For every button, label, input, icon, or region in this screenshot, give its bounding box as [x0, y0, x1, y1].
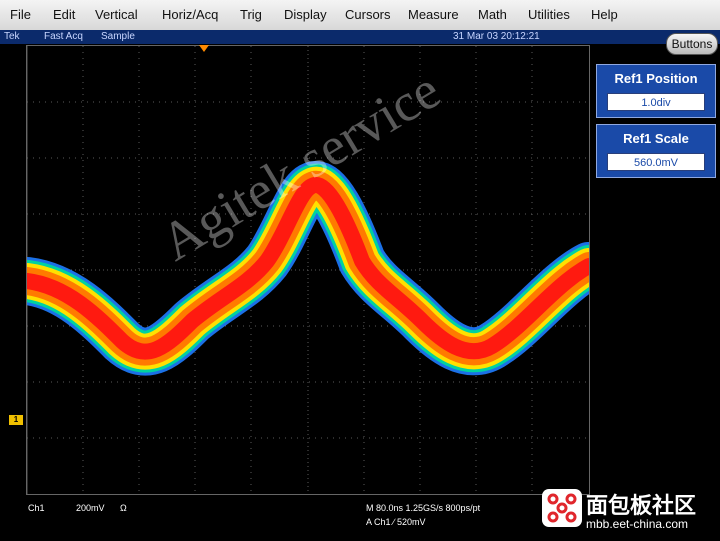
ref1-position-value[interactable]: 1.0div [607, 93, 705, 111]
graticule [26, 46, 589, 494]
side-panel: Ref1 Position 1.0div Ref1 Scale 560.0mV [596, 64, 716, 184]
menu-file[interactable]: File [10, 7, 31, 22]
menu-math[interactable]: Math [478, 7, 507, 22]
menu-horiz-acq[interactable]: Horiz/Acq [162, 7, 218, 22]
brand-url: mbb.eet-china.com [586, 517, 689, 531]
ref1-scale-value[interactable]: 560.0mV [607, 153, 705, 171]
menu-utilities[interactable]: Utilities [528, 7, 570, 22]
menu-trig[interactable]: Trig [240, 7, 262, 22]
buttons-button[interactable]: Buttons [666, 33, 718, 55]
menu-help[interactable]: Help [591, 7, 618, 22]
waveform-display[interactable] [3, 45, 613, 495]
brand-name: 面包板社区 [586, 494, 697, 519]
menu-edit[interactable]: Edit [53, 7, 75, 22]
trigger-position-marker [199, 45, 209, 52]
status-acq-mode: Fast Acq [44, 31, 83, 42]
waveform-svg [3, 46, 613, 494]
status-bar: Tek Fast Acq Sample 31 Mar 03 20:12:21 [0, 30, 720, 44]
mbb-logo-icon [542, 489, 582, 527]
status-tab: Tek [4, 31, 20, 42]
timebase-readout[interactable]: M 80.0ns 1.25GS/s 800ps/pt [366, 503, 480, 513]
menu-measure[interactable]: Measure [408, 7, 459, 22]
menu-display[interactable]: Display [284, 7, 327, 22]
status-acq-type: Sample [101, 31, 135, 42]
ref1-position-control[interactable]: Ref1 Position 1.0div [596, 64, 716, 118]
status-datetime: 31 Mar 03 20:12:21 [453, 31, 540, 42]
channel-1-marker[interactable]: 1 [9, 415, 23, 425]
trigger-readout[interactable]: A Ch1 ∕ 520mV [366, 517, 426, 527]
ref1-scale-label: Ref1 Scale [623, 131, 689, 146]
volts-per-div[interactable]: 200mV [76, 503, 105, 513]
menu-bar: File Edit Vertical Horiz/Acq Trig Displa… [0, 0, 720, 31]
ref1-position-label: Ref1 Position [614, 71, 698, 86]
coupling-indicator: Ω [120, 503, 127, 513]
menu-cursors[interactable]: Cursors [345, 7, 391, 22]
channel-label[interactable]: Ch1 [28, 503, 45, 513]
ref1-scale-control[interactable]: Ref1 Scale 560.0mV [596, 124, 716, 178]
menu-vertical[interactable]: Vertical [95, 7, 138, 22]
